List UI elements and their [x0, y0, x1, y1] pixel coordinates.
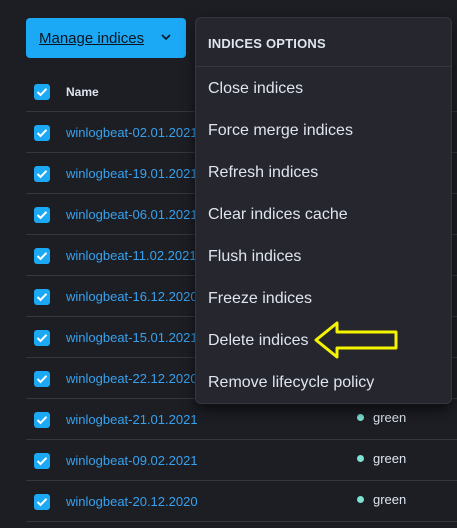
- row-checkbox[interactable]: [34, 289, 50, 305]
- row-checkbox[interactable]: [34, 166, 50, 182]
- menu-item-flush-indices[interactable]: Flush indices: [208, 248, 301, 266]
- index-name-link[interactable]: winlogbeat-16.12.2020: [66, 289, 198, 304]
- row-checkbox[interactable]: [34, 248, 50, 264]
- checkmark-icon: [36, 334, 48, 343]
- checkmark-icon: [36, 498, 48, 507]
- index-name-link[interactable]: winlogbeat-21.01.2021: [66, 412, 198, 427]
- row-checkbox[interactable]: [34, 453, 50, 469]
- popover-title: INDICES OPTIONS: [208, 36, 326, 51]
- checkmark-icon: [36, 293, 48, 302]
- manage-indices-label: Manage indices: [39, 29, 145, 47]
- health-status: green: [373, 410, 407, 425]
- menu-item-refresh-indices[interactable]: Refresh indices: [208, 164, 318, 182]
- checkmark-icon: [36, 252, 48, 261]
- row-checkbox[interactable]: [34, 207, 50, 223]
- chevron-down-icon: [161, 34, 171, 41]
- menu-item-remove-lifecycle-policy[interactable]: Remove lifecycle policy: [208, 374, 374, 392]
- annotation-arrow-icon: [314, 321, 398, 359]
- checkmark-icon: [36, 129, 48, 138]
- column-header-name[interactable]: Name: [66, 85, 99, 99]
- manage-indices-button[interactable]: Manage indices: [26, 18, 186, 58]
- menu-item-freeze-indices[interactable]: Freeze indices: [208, 290, 312, 308]
- row-checkbox[interactable]: [34, 412, 50, 428]
- table-row: winlogbeat-21.01.2021 green: [26, 399, 457, 440]
- row-checkbox[interactable]: [34, 494, 50, 510]
- checkmark-icon: [36, 88, 48, 97]
- popover-divider: [196, 66, 451, 67]
- table-row: winlogbeat-20.12.2020 green: [26, 481, 457, 522]
- checkmark-icon: [36, 416, 48, 425]
- index-name-link[interactable]: winlogbeat-19.01.2021: [66, 166, 198, 181]
- index-name-link[interactable]: winlogbeat-02.01.2021: [66, 125, 198, 140]
- health-status: green: [373, 451, 407, 466]
- row-checkbox[interactable]: [34, 371, 50, 387]
- index-name-link[interactable]: winlogbeat-15.01.2021: [66, 330, 198, 345]
- menu-item-clear-indices-cache[interactable]: Clear indices cache: [208, 206, 348, 224]
- index-name-link[interactable]: winlogbeat-11.02.2021: [66, 248, 197, 263]
- menu-item-close-indices[interactable]: Close indices: [208, 80, 303, 98]
- health-dot-icon: [357, 414, 364, 421]
- index-name-link[interactable]: winlogbeat-20.12.2020: [66, 494, 198, 509]
- health-dot-icon: [357, 455, 364, 462]
- checkmark-icon: [36, 211, 48, 220]
- checkmark-icon: [36, 375, 48, 384]
- health-status: green: [373, 492, 407, 507]
- menu-item-delete-indices[interactable]: Delete indices: [208, 332, 309, 350]
- index-name-link[interactable]: winlogbeat-22.12.2020: [66, 371, 198, 386]
- checkmark-icon: [36, 457, 48, 466]
- select-all-checkbox[interactable]: [34, 84, 50, 100]
- health-dot-icon: [357, 496, 364, 503]
- row-checkbox[interactable]: [34, 330, 50, 346]
- index-name-link[interactable]: winlogbeat-09.02.2021: [66, 453, 198, 468]
- index-name-link[interactable]: winlogbeat-06.01.2021: [66, 207, 198, 222]
- row-checkbox[interactable]: [34, 125, 50, 141]
- checkmark-icon: [36, 170, 48, 179]
- menu-item-force-merge-indices[interactable]: Force merge indices: [208, 122, 353, 140]
- table-row: winlogbeat-09.02.2021 green: [26, 440, 457, 481]
